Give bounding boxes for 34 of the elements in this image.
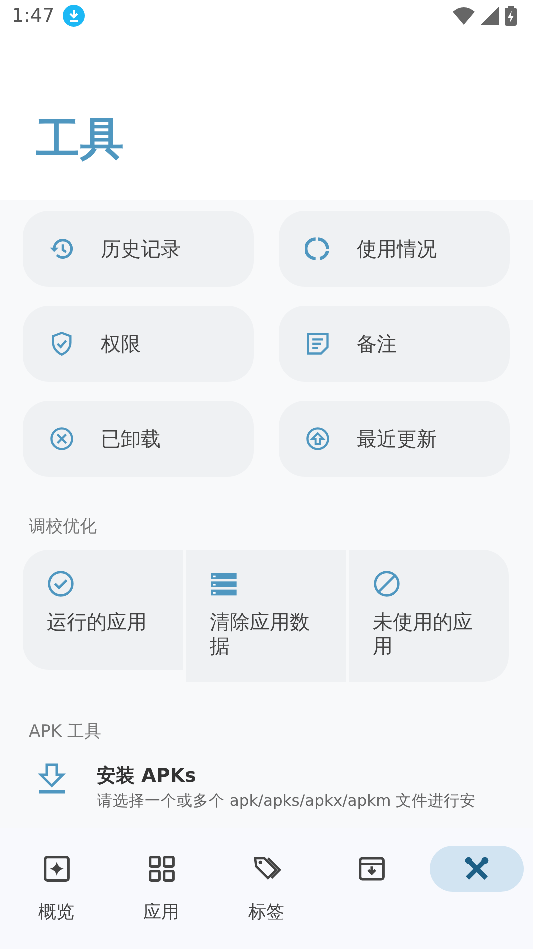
tools-icon — [462, 855, 490, 883]
clock: 1:47 — [12, 5, 55, 27]
tuning-button[interactable]: 运行的应用 — [23, 550, 183, 670]
history-icon — [49, 236, 75, 262]
grid-icon — [148, 855, 176, 883]
tool-button[interactable]: 历史记录 — [23, 211, 254, 287]
download-icon — [62, 5, 85, 27]
tool-button[interactable]: 使用情况 — [279, 211, 510, 287]
tuning-button[interactable]: 清除应用数据 — [186, 550, 346, 682]
nav-tab[interactable]: 概览 — [4, 846, 109, 924]
nav-tab[interactable]: 应用 — [109, 846, 214, 924]
section-heading: APK 工具 — [28, 721, 102, 743]
nav-tab[interactable]: 标签 — [214, 846, 319, 924]
check-circle-icon — [47, 570, 75, 598]
sparkle-square-icon — [42, 855, 70, 883]
page-title: 工具 — [36, 113, 125, 167]
signal-icon — [481, 7, 499, 25]
wifi-icon — [453, 7, 475, 25]
tool-button[interactable]: 权限 — [23, 306, 254, 382]
tool-button[interactable]: 已卸载 — [23, 401, 254, 477]
battery-icon — [505, 6, 517, 26]
tuning-button[interactable]: 未使用的应用 — [349, 550, 509, 682]
note-icon — [305, 331, 331, 357]
item-description: 请选择一个或多个 apk/apks/apkx/apkm 文件进行安 — [97, 791, 476, 812]
section-heading: 调校优化 — [28, 516, 98, 538]
item-title[interactable]: 安装 APKs — [97, 763, 476, 789]
prohibited-icon — [373, 570, 401, 598]
tool-button[interactable]: 备注 — [279, 306, 510, 382]
tags-icon — [252, 855, 280, 883]
tool-button[interactable]: 最近更新 — [279, 401, 510, 477]
ring-icon — [305, 236, 331, 262]
circle-x-icon — [49, 426, 75, 452]
archive-box-icon — [358, 855, 386, 883]
download-arrow-icon — [37, 763, 67, 795]
